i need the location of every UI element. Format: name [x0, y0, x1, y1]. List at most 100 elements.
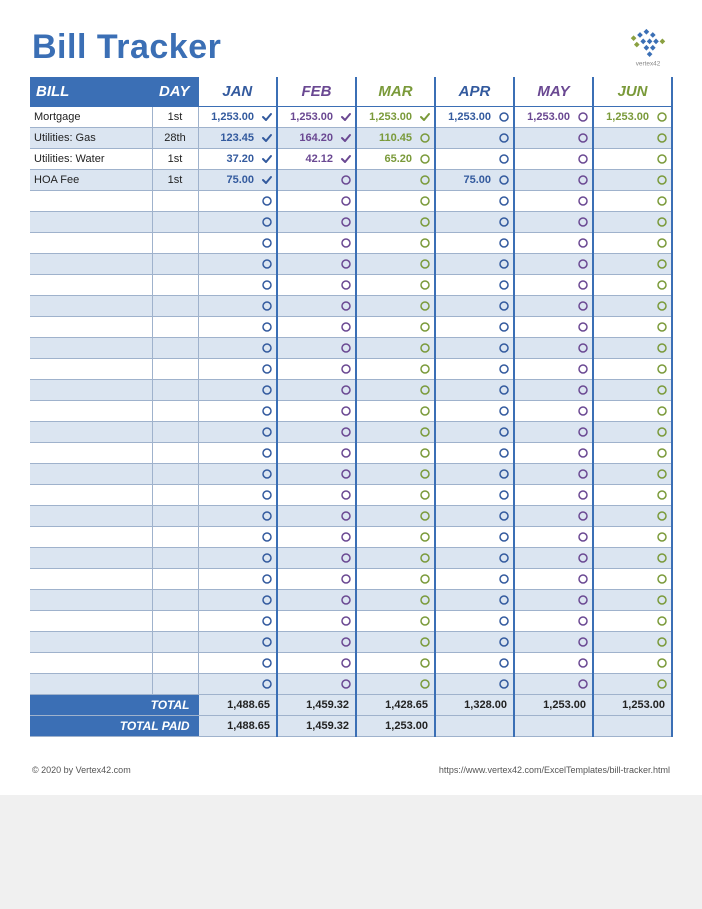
bill-name-cell[interactable]	[30, 653, 152, 674]
month-cell[interactable]	[514, 338, 593, 359]
bill-name-cell[interactable]	[30, 191, 152, 212]
month-cell[interactable]	[514, 527, 593, 548]
month-cell[interactable]	[356, 632, 435, 653]
paid-marker[interactable]	[260, 468, 274, 480]
paid-marker[interactable]	[576, 132, 590, 144]
paid-marker[interactable]	[576, 615, 590, 627]
month-cell[interactable]	[435, 401, 514, 422]
month-cell[interactable]	[198, 527, 277, 548]
paid-marker[interactable]	[497, 636, 511, 648]
paid-marker[interactable]	[418, 489, 432, 501]
month-cell[interactable]	[198, 653, 277, 674]
paid-marker[interactable]	[497, 531, 511, 543]
paid-marker[interactable]	[260, 426, 274, 438]
table-row[interactable]	[30, 590, 672, 611]
paid-marker[interactable]	[339, 384, 353, 396]
month-cell[interactable]: 1,253.00	[277, 107, 356, 128]
month-cell[interactable]: 75.00	[198, 170, 277, 191]
month-cell[interactable]	[356, 296, 435, 317]
paid-marker[interactable]	[497, 384, 511, 396]
paid-marker[interactable]	[655, 153, 669, 165]
paid-marker[interactable]	[655, 426, 669, 438]
table-row[interactable]	[30, 254, 672, 275]
month-cell[interactable]	[435, 296, 514, 317]
month-cell[interactable]	[356, 527, 435, 548]
month-cell[interactable]	[514, 506, 593, 527]
month-cell[interactable]: 1,253.00	[198, 107, 277, 128]
day-cell[interactable]: 1st	[152, 170, 198, 191]
month-cell[interactable]	[435, 506, 514, 527]
month-cell[interactable]	[514, 149, 593, 170]
paid-marker[interactable]	[497, 174, 511, 186]
paid-marker[interactable]	[339, 342, 353, 354]
paid-marker[interactable]	[655, 384, 669, 396]
bill-name-cell[interactable]	[30, 464, 152, 485]
day-cell[interactable]	[152, 674, 198, 695]
month-cell[interactable]	[356, 359, 435, 380]
paid-marker[interactable]	[339, 363, 353, 375]
month-cell[interactable]	[198, 380, 277, 401]
bill-name-cell[interactable]: Utilities: Gas	[30, 128, 152, 149]
table-row[interactable]	[30, 674, 672, 695]
paid-marker[interactable]	[418, 657, 432, 669]
bill-name-cell[interactable]	[30, 569, 152, 590]
month-cell[interactable]	[198, 212, 277, 233]
paid-marker[interactable]	[576, 489, 590, 501]
paid-marker[interactable]	[418, 531, 432, 543]
day-cell[interactable]	[152, 212, 198, 233]
day-cell[interactable]	[152, 548, 198, 569]
paid-marker[interactable]	[260, 447, 274, 459]
paid-marker[interactable]	[418, 594, 432, 606]
paid-marker[interactable]	[576, 195, 590, 207]
month-cell[interactable]: 1,253.00	[435, 107, 514, 128]
paid-marker[interactable]	[497, 447, 511, 459]
paid-marker[interactable]	[655, 531, 669, 543]
paid-marker[interactable]	[339, 489, 353, 501]
paid-marker[interactable]	[655, 636, 669, 648]
month-cell[interactable]	[356, 317, 435, 338]
bill-name-cell[interactable]	[30, 317, 152, 338]
day-cell[interactable]	[152, 317, 198, 338]
month-cell[interactable]	[356, 338, 435, 359]
day-cell[interactable]	[152, 275, 198, 296]
bill-name-cell[interactable]	[30, 611, 152, 632]
paid-marker[interactable]	[576, 258, 590, 270]
paid-marker[interactable]	[339, 174, 353, 186]
month-cell[interactable]	[356, 590, 435, 611]
paid-marker[interactable]	[260, 195, 274, 207]
paid-marker[interactable]	[418, 237, 432, 249]
month-cell[interactable]	[593, 485, 672, 506]
month-cell[interactable]	[593, 674, 672, 695]
month-cell[interactable]	[435, 338, 514, 359]
month-cell[interactable]	[198, 191, 277, 212]
month-cell[interactable]	[514, 170, 593, 191]
paid-marker[interactable]	[418, 153, 432, 165]
paid-marker[interactable]	[655, 111, 669, 123]
month-cell[interactable]	[198, 443, 277, 464]
paid-marker[interactable]	[497, 279, 511, 291]
bill-name-cell[interactable]	[30, 233, 152, 254]
month-cell[interactable]	[514, 590, 593, 611]
month-cell[interactable]	[593, 653, 672, 674]
paid-marker[interactable]	[418, 258, 432, 270]
paid-marker[interactable]	[418, 510, 432, 522]
paid-marker[interactable]	[339, 552, 353, 564]
paid-marker[interactable]	[339, 111, 353, 123]
table-row[interactable]: Utilities: Gas28th123.45164.20110.45	[30, 128, 672, 149]
paid-marker[interactable]	[260, 384, 274, 396]
month-cell[interactable]	[277, 569, 356, 590]
month-cell[interactable]	[514, 275, 593, 296]
paid-marker[interactable]	[497, 510, 511, 522]
day-cell[interactable]	[152, 380, 198, 401]
month-cell[interactable]	[593, 548, 672, 569]
paid-marker[interactable]	[260, 258, 274, 270]
paid-marker[interactable]	[339, 195, 353, 207]
month-cell[interactable]	[198, 485, 277, 506]
month-cell[interactable]	[198, 548, 277, 569]
paid-marker[interactable]	[655, 258, 669, 270]
month-cell[interactable]: 75.00	[435, 170, 514, 191]
paid-marker[interactable]	[655, 363, 669, 375]
month-cell[interactable]	[514, 233, 593, 254]
month-cell[interactable]: 37.20	[198, 149, 277, 170]
paid-marker[interactable]	[655, 237, 669, 249]
